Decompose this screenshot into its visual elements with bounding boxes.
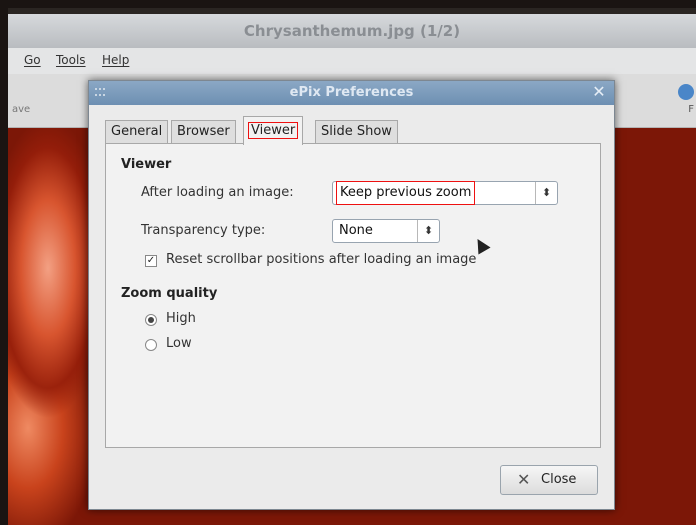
zoom-high-radio[interactable]: [145, 314, 157, 326]
dialog-title: ePix Preferences: [289, 85, 414, 100]
tab-slide-show[interactable]: Slide Show: [315, 120, 398, 144]
tab-browser[interactable]: Browser: [171, 120, 236, 144]
transparency-value: None: [339, 223, 373, 238]
toolbar-fullscreen-icon[interactable]: [678, 84, 694, 100]
after-loading-label: After loading an image:: [141, 185, 294, 200]
tab-general[interactable]: General: [105, 120, 169, 144]
transparency-select[interactable]: None ⬍: [332, 219, 440, 243]
menu-tools[interactable]: Tools: [56, 53, 86, 67]
close-button[interactable]: ✕ Close: [500, 465, 598, 495]
preferences-dialog: ePix Preferences ✕ General Browser Viewe…: [88, 80, 615, 510]
app-menubar: Go Tools Help: [8, 48, 696, 74]
after-loading-select[interactable]: Keep previous zoom ⬍: [332, 181, 558, 205]
chevron-updown-icon: ⬍: [535, 182, 557, 204]
window-menu-icon[interactable]: [95, 88, 105, 96]
viewer-section-title: Viewer: [121, 157, 172, 172]
viewer-panel: Viewer After loading an image: Keep prev…: [105, 143, 601, 448]
zoom-high-label[interactable]: High: [166, 311, 196, 326]
toolbar-save-label[interactable]: ave: [12, 104, 30, 115]
close-button-label: Close: [541, 472, 577, 487]
toolbar-right-label[interactable]: F: [688, 104, 694, 115]
dialog-titlebar[interactable]: ePix Preferences ✕: [89, 81, 614, 105]
reset-scrollbar-checkbox[interactable]: ✓: [145, 255, 157, 267]
zoom-quality-title: Zoom quality: [121, 286, 218, 301]
tab-viewer[interactable]: Viewer: [243, 116, 304, 145]
close-x-icon: ✕: [517, 470, 531, 489]
menu-go[interactable]: Go: [24, 53, 41, 67]
reset-scrollbar-label[interactable]: Reset scrollbar positions after loading …: [166, 252, 476, 267]
menu-help[interactable]: Help: [102, 53, 129, 67]
zoom-low-radio[interactable]: [145, 339, 157, 351]
chevron-updown-icon: ⬍: [417, 220, 439, 242]
zoom-low-label[interactable]: Low: [166, 336, 192, 351]
app-window-title: Chrysanthemum.jpg (1/2): [8, 14, 696, 48]
after-loading-value: Keep previous zoom: [335, 181, 476, 205]
close-icon[interactable]: ✕: [590, 83, 608, 101]
transparency-label: Transparency type:: [141, 223, 266, 238]
